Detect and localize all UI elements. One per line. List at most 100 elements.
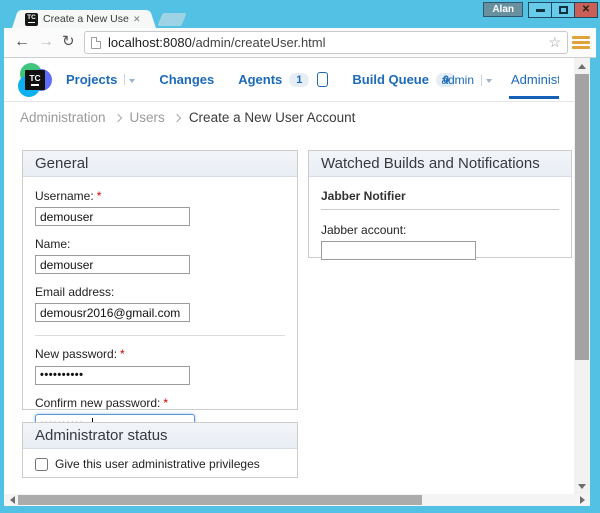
confirm-password-label: Confirm new password:* bbox=[35, 396, 285, 410]
general-panel-title: General bbox=[23, 151, 297, 177]
logo-square: TC bbox=[25, 70, 45, 90]
chevron-down-icon[interactable] bbox=[129, 79, 135, 83]
new-tab-button[interactable] bbox=[157, 13, 186, 26]
tab-close-icon[interactable]: ✕ bbox=[133, 14, 141, 25]
back-icon[interactable]: ← bbox=[14, 32, 30, 52]
jabber-account-label: Jabber account: bbox=[321, 223, 559, 237]
breadcrumb-chevron-icon bbox=[173, 113, 181, 121]
new-password-label: New password:* bbox=[35, 347, 285, 361]
scroll-right-button[interactable] bbox=[576, 494, 588, 506]
vertical-scrollbar-thumb[interactable] bbox=[575, 74, 589, 360]
breadcrumb-administration[interactable]: Administration bbox=[20, 110, 106, 125]
maximize-button[interactable] bbox=[551, 2, 575, 18]
arrow-right-icon bbox=[580, 496, 585, 504]
minimize-icon bbox=[536, 9, 545, 12]
favicon-text: TC bbox=[27, 15, 36, 21]
vertical-scrollbar[interactable] bbox=[574, 58, 590, 494]
administrator-status-body: Give this user administrative privileges bbox=[23, 449, 297, 479]
email-input[interactable] bbox=[35, 303, 190, 322]
notifications-panel-title: Watched Builds and Notifications bbox=[309, 151, 571, 177]
new-password-field-group: New password:* bbox=[35, 347, 285, 385]
address-bar[interactable]: localhost:8080/admin/createUser.html ☆ bbox=[84, 31, 568, 54]
scroll-left-button[interactable] bbox=[6, 494, 18, 506]
active-tab-underline bbox=[509, 96, 559, 99]
main-nav: Projects Changes Agents 1 Build Queue 0 bbox=[66, 72, 456, 87]
url-host: localhost:8080 bbox=[108, 35, 192, 50]
page-content: TC Projects Changes Agents 1 Build Queue… bbox=[4, 58, 590, 506]
nav-agents[interactable]: Agents 1 bbox=[238, 72, 328, 87]
username-label-text: Username: bbox=[35, 189, 94, 203]
browser-tab[interactable]: TC Create a New User Account ✕ bbox=[20, 10, 148, 28]
chevron-down-icon[interactable] bbox=[486, 79, 492, 83]
section-divider bbox=[35, 335, 285, 336]
forward-icon[interactable]: → bbox=[38, 32, 54, 52]
page-icon bbox=[91, 37, 101, 49]
user-menu-separator bbox=[481, 75, 482, 86]
nav-changes[interactable]: Changes bbox=[159, 72, 214, 87]
user-menu-label: admin bbox=[441, 73, 474, 87]
agent-icon bbox=[317, 72, 328, 87]
horizontal-scrollbar-thumb[interactable] bbox=[18, 495, 422, 505]
arrow-down-icon bbox=[578, 484, 586, 489]
name-field-group: Name: bbox=[35, 237, 285, 274]
user-menu[interactable]: admin bbox=[441, 73, 492, 87]
required-marker: * bbox=[163, 396, 168, 410]
username-label: Username:* bbox=[35, 189, 285, 203]
admin-privileges-checkbox[interactable] bbox=[35, 458, 48, 471]
teamcity-favicon-icon: TC bbox=[25, 13, 38, 26]
scroll-down-button[interactable] bbox=[574, 478, 590, 494]
username-field-group: Username:* bbox=[35, 189, 285, 226]
horizontal-scrollbar[interactable] bbox=[4, 494, 590, 506]
agents-count-badge: 1 bbox=[289, 73, 309, 87]
nav-separator bbox=[124, 74, 125, 85]
breadcrumb-users[interactable]: Users bbox=[130, 110, 165, 125]
general-panel: General Username:* Name: Email address: … bbox=[22, 150, 298, 410]
arrow-up-icon bbox=[578, 64, 586, 69]
breadcrumb: Administration Users Create a New User A… bbox=[20, 110, 355, 125]
admin-privileges-label: Give this user administrative privileges bbox=[55, 457, 260, 471]
teamcity-logo-icon[interactable]: TC bbox=[18, 63, 52, 97]
teamcity-header: TC Projects Changes Agents 1 Build Queue… bbox=[4, 58, 574, 102]
email-label-text: Email address: bbox=[35, 285, 114, 299]
nav-administration[interactable]: Administration bbox=[511, 72, 559, 87]
required-marker: * bbox=[120, 347, 125, 361]
nav-agents-label: Agents bbox=[238, 72, 282, 87]
favicon-bar bbox=[28, 22, 35, 23]
name-label-text: Name: bbox=[35, 237, 70, 251]
administrator-status-panel: Administrator status Give this user admi… bbox=[22, 422, 298, 478]
window-user-badge: Alan bbox=[483, 2, 523, 17]
nav-projects-label: Projects bbox=[66, 72, 117, 87]
confirm-password-label-text: Confirm new password: bbox=[35, 396, 160, 410]
logo-text: TC bbox=[29, 74, 40, 82]
general-panel-body: Username:* Name: Email address: New pass… bbox=[23, 177, 297, 456]
browser-toolbar: ← → ↻ localhost:8080/admin/createUser.ht… bbox=[4, 28, 596, 58]
tab-title: Create a New User Account bbox=[43, 13, 129, 25]
breadcrumb-current: Create a New User Account bbox=[189, 110, 356, 125]
administrator-status-title: Administrator status bbox=[23, 423, 297, 449]
notifications-panel-body: Jabber Notifier Jabber account: bbox=[309, 177, 571, 283]
url-path: /admin/createUser.html bbox=[192, 35, 326, 50]
minimize-button[interactable] bbox=[528, 2, 552, 18]
jabber-account-input[interactable] bbox=[321, 241, 476, 260]
new-password-input[interactable] bbox=[35, 366, 190, 385]
notifications-panel: Watched Builds and Notifications Jabber … bbox=[308, 150, 572, 258]
browser-menu-icon[interactable] bbox=[572, 36, 590, 51]
nav-projects[interactable]: Projects bbox=[66, 72, 135, 87]
scroll-up-button[interactable] bbox=[574, 58, 590, 74]
logo-bar bbox=[31, 84, 39, 86]
close-button[interactable]: ✕ bbox=[574, 2, 598, 18]
nav-build-queue-label: Build Queue bbox=[352, 72, 429, 87]
name-input[interactable] bbox=[35, 255, 190, 274]
bookmark-star-icon[interactable]: ☆ bbox=[548, 34, 561, 51]
window-controls: Alan ✕ bbox=[483, 2, 598, 18]
jabber-account-field-group: Jabber account: bbox=[321, 223, 559, 260]
username-input[interactable] bbox=[35, 207, 190, 226]
breadcrumb-chevron-icon bbox=[113, 113, 121, 121]
email-field-group: Email address: bbox=[35, 285, 285, 322]
nav-changes-label: Changes bbox=[159, 72, 214, 87]
url-text[interactable]: localhost:8080/admin/createUser.html bbox=[108, 35, 542, 50]
email-label: Email address: bbox=[35, 285, 285, 299]
required-marker: * bbox=[97, 189, 102, 203]
jabber-notifier-heading: Jabber Notifier bbox=[321, 189, 559, 210]
reload-icon[interactable]: ↻ bbox=[62, 32, 75, 52]
